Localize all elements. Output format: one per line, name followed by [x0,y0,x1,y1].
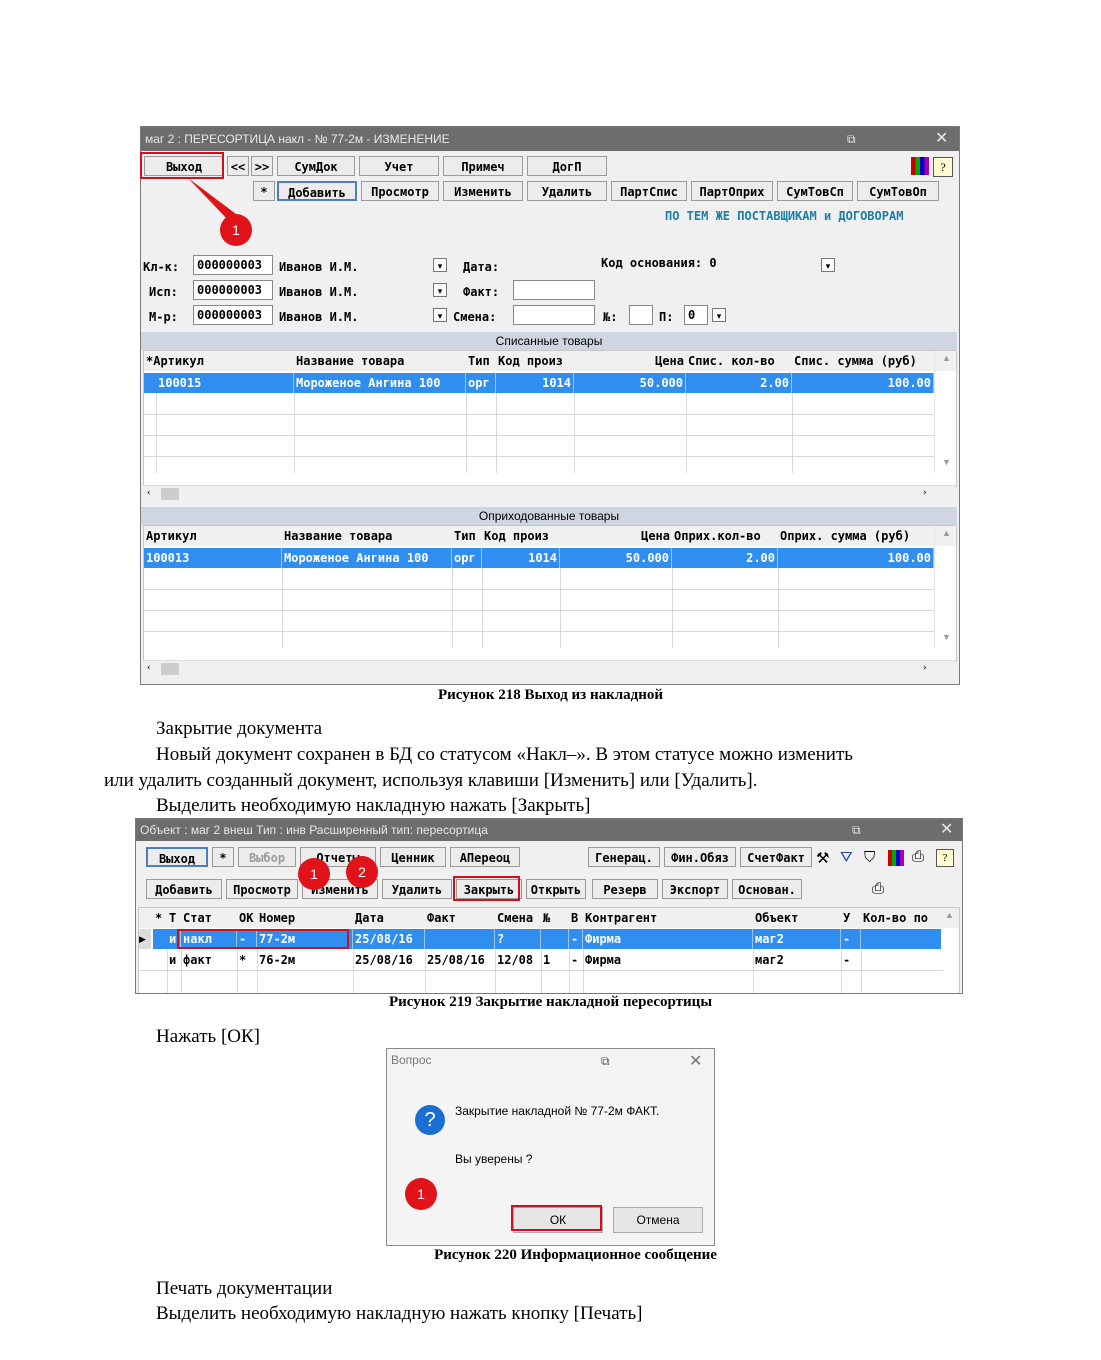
restore-icon[interactable]: ⧉ [601,1054,610,1069]
col-type[interactable]: Т [167,908,181,928]
cell-no: 1 [543,953,551,967]
callout-badge: 1 [405,1178,437,1210]
cell-object: маг2 [755,953,784,967]
filter-clear-icon[interactable]: ⛉ [864,849,875,867]
col-object[interactable]: Объект [753,908,841,928]
cell-status: факт [183,953,212,967]
dialog-title: Вопрос [391,1053,432,1067]
cell-type: и [169,953,177,967]
close-icon[interactable]: ✕ [689,1051,702,1071]
window-titlebar: Объект : маг 2 внеш Тип : инв Расширенны… [136,819,962,841]
scroll-up-icon[interactable]: ▲ [945,910,954,920]
col-u[interactable]: У [841,908,861,928]
close-icon[interactable]: ✕ [940,819,953,841]
cell-ok: * [239,953,247,967]
callout-badge: 1 [298,858,330,890]
col-star[interactable]: * [153,908,167,928]
col-number[interactable]: Номер [257,908,353,928]
body-text: Новый документ сохранен в БД со статусом… [156,744,853,765]
cell-object: маг2 [753,929,841,949]
select-button[interactable]: Выбор [238,847,296,867]
cell-date: 25/08/16 [355,953,413,967]
cell-shift: 12/08 [497,953,534,967]
question-icon: ? [415,1105,445,1135]
col-ok[interactable]: ОК [237,908,257,928]
row-pointer-icon: ▶ [139,929,151,949]
print-icon[interactable]: ⎙ [912,848,924,866]
open-document-button[interactable]: Открыть [526,879,586,899]
col-v[interactable]: В [569,908,583,928]
generate-button[interactable]: Генерац. [588,847,660,867]
price-tag-button[interactable]: Ценник [380,847,446,867]
body-text: Нажать [ОК] [156,1026,260,1047]
tools-icon[interactable]: ⚒ [816,849,829,868]
star-button[interactable]: * [212,847,234,867]
col-shift[interactable]: Смена [495,908,541,928]
dialog-question: Вы уверены ? [455,1152,533,1166]
documents-list-window: Объект : маг 2 внеш Тип : инв Расширенны… [135,818,963,994]
dialog-message: Закрытие накладной № 77-2м ФАКТ. [455,1104,660,1118]
row-highlight [177,929,349,949]
section-heading: Печать документации [156,1278,333,1299]
exit-button[interactable]: Выход [146,847,208,867]
col-status[interactable]: Стат [181,908,237,928]
cell-u: - [841,929,861,949]
cell-fact [425,929,495,949]
cell-counterparty: Фирма [585,953,622,967]
col-no[interactable]: № [541,908,569,928]
callout-badge: 1 [220,214,252,246]
columns-icon[interactable] [888,850,904,866]
fin-obligation-button[interactable]: Фин.Обяз [664,847,736,867]
table-row[interactable]: и факт * 76-2м 25/08/16 25/08/16 12/08 1… [153,950,941,970]
filter-icon[interactable]: ⛛ [840,849,853,867]
figure-caption: Рисунок 220 Информационное сообщение [434,1247,717,1263]
restore-icon[interactable]: ⧉ [852,819,861,841]
col-counterparty[interactable]: Контрагент [583,908,753,928]
figure-caption: Рисунок 219 Закрытие накладной пересорти… [388,994,713,1010]
col-qty[interactable]: Кол-во по [861,908,941,928]
col-fact[interactable]: Факт [425,908,495,928]
body-text: Выделить необходимую накладную нажать [З… [156,795,591,816]
col-date[interactable]: Дата [353,908,425,928]
cell-date: 25/08/16 [353,929,425,949]
help-icon[interactable]: ? [936,849,954,867]
body-text: Выделить необходимую накладную нажать кн… [156,1303,643,1324]
view-button[interactable]: Просмотр [226,879,298,899]
cell-number: 76-2м [259,953,296,967]
cancel-button[interactable]: Отмена [613,1207,703,1233]
body-text: или удалить созданный документ, использу… [104,770,758,791]
callout-badge: 2 [346,856,378,888]
cell-u: - [843,953,851,967]
revaluation-button[interactable]: АПереоц [450,847,520,867]
window-title: Объект : маг 2 внеш Тип : инв Расширенны… [140,823,488,837]
documents-table[interactable]: * Т Стат ОК Номер Дата Факт Смена № В Ко… [138,907,960,993]
add-button[interactable]: Добавить [146,879,222,899]
cell-no [541,929,569,949]
cell-v: - [569,929,583,949]
figure-caption: Рисунок 218 Выход из накладной [437,687,664,703]
cell-v: - [571,953,579,967]
ok-highlight [511,1205,602,1231]
section-heading: Закрытие документа [156,718,323,739]
printer-icon[interactable]: ⎙ [872,880,884,898]
invoice-button[interactable]: СчетФакт [740,847,812,867]
cell-fact: 25/08/16 [427,953,485,967]
close-button-highlight [453,876,520,901]
reserve-button[interactable]: Резерв [592,879,658,899]
delete-button[interactable]: Удалить [382,879,452,899]
basis-button[interactable]: Основан. [732,879,802,899]
cell-shift: ? [495,929,541,949]
export-button[interactable]: Экспорт [662,879,728,899]
cell-counterparty: Фирма [583,929,753,949]
